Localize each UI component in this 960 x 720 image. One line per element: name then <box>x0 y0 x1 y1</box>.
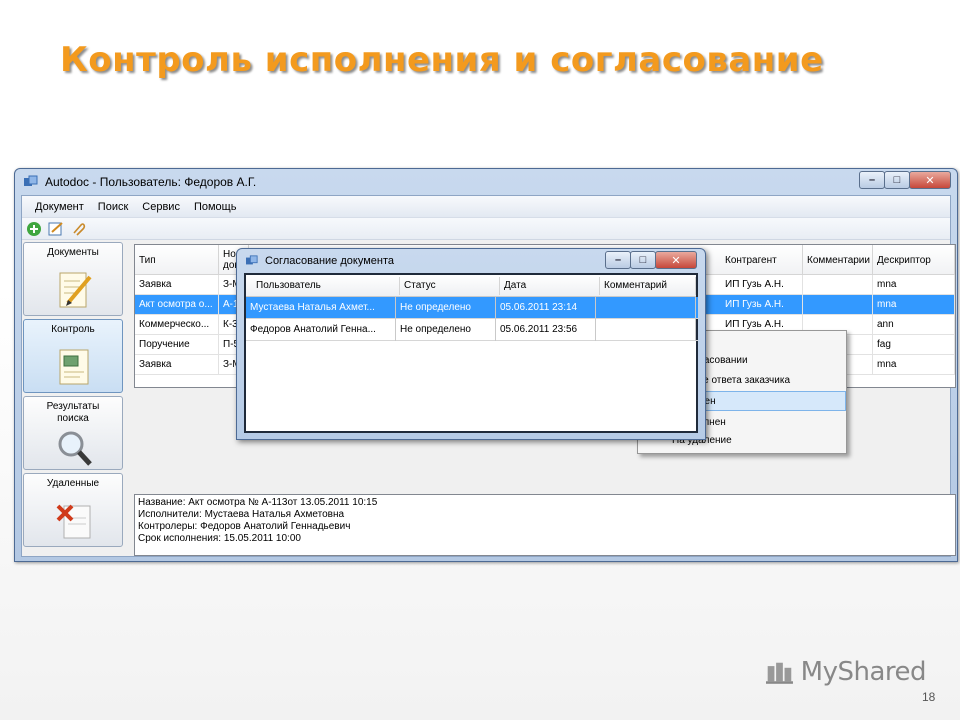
dialog-titlebar[interactable]: Согласование документа <box>245 255 394 267</box>
app-icon <box>24 175 38 186</box>
nav-label: Документы <box>47 247 99 258</box>
minimize-icon: – <box>614 254 622 266</box>
brand-logo: MyShared <box>766 652 927 692</box>
nav-label: Удаленные <box>46 478 100 489</box>
approval-dialog: Согласование документа – □ ✕ Пользовател… <box>236 248 706 440</box>
cell-type: Коммерческо... <box>135 315 219 335</box>
cell-comment <box>596 297 696 319</box>
nav-deleted[interactable]: Удаленные <box>23 473 123 547</box>
close-icon: ✕ <box>925 174 935 187</box>
table-row[interactable]: Мустаева Наталья Ахмет... Не определено 05… <box>246 297 698 319</box>
deleted-icon <box>56 504 91 539</box>
cell-descriptor: mna <box>873 275 955 295</box>
brand-name: MyShared <box>800 657 927 687</box>
slide-number: 18 <box>922 690 936 704</box>
cell-type: Заявка <box>135 275 219 295</box>
cell-comment <box>596 319 696 341</box>
minimize-icon: – <box>868 174 876 186</box>
nav-control[interactable]: Контроль <box>23 319 123 393</box>
app-icon <box>246 255 258 265</box>
cell-date: 05.06.2011 23:56 <box>496 319 596 341</box>
menu-document[interactable]: Документ <box>28 201 91 213</box>
menubar: Документ Поиск Сервис Помощь <box>22 196 950 218</box>
dialog-maximize-button[interactable]: □ <box>630 251 656 269</box>
dialog-title: Согласование документа <box>265 255 394 267</box>
attach-icon[interactable] <box>70 221 86 237</box>
add-icon[interactable] <box>26 221 42 237</box>
menu-service[interactable]: Сервис <box>135 201 187 213</box>
approval-grid: Пользователь Статус Дата Комментарий Мус… <box>244 273 698 433</box>
close-icon: ✕ <box>671 254 681 267</box>
cell-type: Акт осмотра о... <box>135 295 219 315</box>
nav-documents[interactable]: Документы <box>23 242 123 316</box>
col-comment[interactable]: Комментарии <box>803 245 873 275</box>
details-panel[interactable]: Название: Акт осмотра № А-113от 13.05.20… <box>134 494 956 556</box>
nav-label: Результаты поиска <box>46 401 100 424</box>
toolbar <box>22 218 950 240</box>
col-user[interactable]: Пользователь <box>252 277 400 295</box>
cell-date: 05.06.2011 23:14 <box>496 297 596 319</box>
menu-help[interactable]: Помощь <box>187 201 244 213</box>
menu-search[interactable]: Поиск <box>91 201 135 213</box>
cell-status: Не определено <box>396 297 496 319</box>
nav-search-results[interactable]: Результаты поиска <box>23 396 123 470</box>
cell-user: Федоров Анатолий Генна... <box>246 319 396 341</box>
approval-grid-header: Пользователь Статус Дата Комментарий <box>246 275 696 297</box>
window-title: Autodoc - Пользователь: Федоров А.Г. <box>45 175 257 189</box>
cell-type: Поручение <box>135 335 219 355</box>
document-edit-icon <box>59 272 92 308</box>
detail-executors: Исполнители: Мустаева Наталья Ахметовна <box>138 509 345 520</box>
window-titlebar[interactable]: Autodoc - Пользователь: Федоров А.Г. – □… <box>15 169 957 195</box>
cell-contractor: ИП Гузь А.Н. <box>721 295 803 315</box>
magnifier-icon <box>58 431 92 466</box>
minimize-button[interactable]: – <box>859 171 885 189</box>
dialog-minimize-button[interactable]: – <box>605 251 631 269</box>
cell-user: Мустаева Наталья Ахмет... <box>246 297 396 319</box>
col-status[interactable]: Статус <box>400 277 500 295</box>
close-button[interactable]: ✕ <box>909 171 951 189</box>
cell-descriptor: ann <box>873 315 955 335</box>
table-row[interactable]: Федоров Анатолий Генна... Не определено 05… <box>246 319 698 341</box>
left-nav: Документы Контроль Результаты поиска Уда… <box>23 242 123 554</box>
window-controls: – □ ✕ <box>859 171 951 189</box>
detail-controllers: Контролеры: Федоров Анатолий Геннадьевич <box>138 521 351 532</box>
cell-comment <box>803 275 873 295</box>
col-comment[interactable]: Комментарий <box>600 277 696 295</box>
slide-title: Контроль исполнения и согласование <box>60 40 824 80</box>
cell-descriptor: mna <box>873 295 955 315</box>
brand-icon <box>766 662 793 684</box>
maximize-button[interactable]: □ <box>884 171 910 189</box>
col-type[interactable]: Тип <box>135 245 219 275</box>
maximize-icon: □ <box>893 174 901 186</box>
col-contractor[interactable]: Контрагент <box>721 245 803 275</box>
control-icon <box>59 349 89 385</box>
detail-name: Название: Акт осмотра № А-113от 13.05.20… <box>138 497 378 508</box>
col-descriptor[interactable]: Дескриптор <box>873 245 955 275</box>
edit-icon[interactable] <box>48 221 64 237</box>
cell-type: Заявка <box>135 355 219 375</box>
cell-comment <box>803 295 873 315</box>
maximize-icon: □ <box>639 254 647 266</box>
col-date[interactable]: Дата <box>500 277 600 295</box>
dialog-controls: – □ ✕ <box>605 251 697 269</box>
detail-deadline: Срок исполнения: 15.05.2011 10:00 <box>138 533 301 544</box>
cell-descriptor: fag <box>873 335 955 355</box>
cell-contractor: ИП Гузь А.Н. <box>721 275 803 295</box>
cell-status: Не определено <box>396 319 496 341</box>
nav-label: Контроль <box>51 324 95 335</box>
dialog-close-button[interactable]: ✕ <box>655 251 697 269</box>
cell-descriptor: mna <box>873 355 955 375</box>
